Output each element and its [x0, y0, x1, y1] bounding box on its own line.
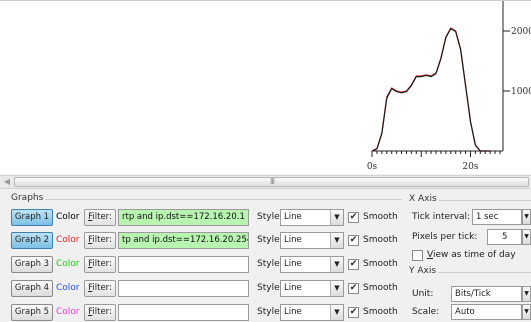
tick-interval-dropdown-icon[interactable]: ▼	[522, 209, 531, 225]
y-axis-group-title: Y Axis	[407, 266, 439, 276]
scale-select[interactable]: Auto	[451, 304, 522, 320]
smooth-checkbox[interactable]: ✔	[348, 283, 359, 294]
style-select-value: Line	[284, 283, 302, 293]
horizontal-scrollbar[interactable]: ◀ III	[0, 175, 531, 189]
graph-toggle-button[interactable]: Graph 2	[11, 232, 53, 249]
graph-plot-area: 2000 1000 0s 20s	[0, 0, 531, 174]
filter-button-label: ilter:	[92, 307, 112, 317]
smooth-label: Smooth	[363, 283, 398, 293]
filter-input[interactable]: rtp and ip.dst==172.16.20.1	[118, 209, 249, 226]
style-label: Style:	[257, 259, 283, 269]
smooth-label: Smooth	[363, 235, 398, 245]
filter-input[interactable]	[118, 304, 249, 321]
smooth-label: Smooth	[363, 212, 398, 222]
x-axis-group-title: X Axis	[407, 194, 439, 204]
style-select[interactable]: Line ▼	[280, 304, 344, 321]
pixels-per-tick-select[interactable]: 5	[487, 229, 522, 245]
scrollbar-thumb[interactable]: III	[14, 177, 529, 187]
filter-button[interactable]: Filter:	[84, 232, 116, 249]
chevron-down-icon[interactable]: ▼	[330, 281, 343, 296]
graphs-group-title: Graphs	[9, 193, 46, 203]
style-select-value: Line	[284, 259, 302, 269]
filter-button-label: ilter:	[92, 283, 112, 293]
chevron-down-icon[interactable]: ▼	[330, 305, 343, 320]
style-select[interactable]: Line ▼	[280, 232, 344, 249]
x-tick-label: 20s	[462, 162, 478, 172]
filter-button-label: ilter:	[92, 212, 112, 222]
smooth-checkbox[interactable]: ✔	[348, 259, 359, 270]
style-select-value: Line	[284, 307, 302, 317]
filter-button[interactable]: Filter:	[84, 304, 116, 321]
style-select[interactable]: Line ▼	[280, 256, 344, 273]
tick-interval-label: Tick interval:	[412, 212, 471, 222]
y-tick-label: 2000	[511, 27, 531, 37]
pixels-per-tick-label: Pixels per tick:	[412, 232, 478, 242]
chevron-down-icon[interactable]: ▼	[330, 233, 343, 248]
filter-button-label: ilter:	[92, 259, 112, 269]
unit-dropdown-icon[interactable]: ▼	[522, 286, 531, 302]
filter-input[interactable]: tp and ip.dst==172.16.20.254	[118, 232, 249, 249]
style-select-value: Line	[284, 212, 302, 222]
y-axis-group-border	[437, 272, 531, 273]
style-label: Style:	[257, 235, 283, 245]
graph-row: Graph 2 Color Filter: tp and ip.dst==172.16…	[0, 232, 405, 250]
y-tick-label: 1000	[511, 87, 531, 97]
tick-interval-select[interactable]: 1 sec	[472, 209, 522, 225]
scroll-left-arrow-icon[interactable]: ◀	[2, 176, 12, 188]
filter-input[interactable]	[118, 256, 249, 273]
style-select[interactable]: Line ▼	[280, 280, 344, 297]
style-select[interactable]: Line ▼	[280, 209, 344, 226]
graph-color-label[interactable]: Color	[56, 212, 80, 222]
graph-toggle-button[interactable]: Graph 5	[11, 304, 53, 321]
smooth-checkbox[interactable]: ✔	[348, 235, 359, 246]
io-graph-chart: 2000 1000 0s 20s	[367, 1, 531, 172]
graph-toggle-button[interactable]: Graph 3	[11, 256, 53, 273]
pixels-per-tick-dropdown-icon[interactable]: ▼	[522, 229, 531, 245]
style-select-value: Line	[284, 235, 302, 245]
view-time-of-day-label: View as time of day	[427, 250, 516, 260]
graph-row: Graph 5 Color Filter: Style: Line ▼ ✔ Smooth	[0, 304, 405, 322]
chevron-down-icon[interactable]: ▼	[330, 210, 343, 225]
filter-input[interactable]	[118, 280, 249, 297]
graph-row: Graph 3 Color Filter: Style: Line ▼ ✔ Smooth	[0, 256, 405, 274]
series-line-2	[371, 28, 491, 152]
style-label: Style:	[257, 307, 283, 317]
graph-row: Graph 1 Color Filter: rtp and ip.dst==172.1…	[0, 209, 405, 227]
graph-color-label[interactable]: Color	[56, 235, 80, 245]
style-label: Style:	[257, 212, 283, 222]
smooth-label: Smooth	[363, 307, 398, 317]
filter-button[interactable]: Filter:	[84, 209, 116, 226]
unit-select[interactable]: Bits/Tick	[451, 286, 522, 302]
graph-color-label[interactable]: Color	[56, 259, 80, 269]
unit-label: Unit:	[412, 289, 434, 299]
scale-label: Scale:	[412, 307, 440, 317]
graph-toggle-button[interactable]: Graph 4	[11, 280, 53, 297]
smooth-label: Smooth	[363, 259, 398, 269]
graph-toggle-button[interactable]: Graph 1	[11, 209, 53, 226]
filter-button[interactable]: Filter:	[84, 280, 116, 297]
view-time-of-day-checkbox[interactable]	[412, 250, 423, 261]
scale-dropdown-icon[interactable]: ▼	[522, 304, 531, 320]
filter-button[interactable]: Filter:	[84, 256, 116, 273]
chevron-down-icon[interactable]: ▼	[330, 257, 343, 272]
style-label: Style:	[257, 283, 283, 293]
graph-row: Graph 4 Color Filter: Style: Line ▼ ✔ Smooth	[0, 280, 405, 298]
x-axis-group-border	[437, 200, 531, 201]
graph-color-label[interactable]: Color	[56, 307, 80, 317]
scrollbar-grip: III	[270, 177, 275, 186]
x-tick-label: 0s	[367, 162, 378, 172]
filter-button-label: ilter:	[92, 235, 112, 245]
smooth-checkbox[interactable]: ✔	[348, 307, 359, 318]
smooth-checkbox[interactable]: ✔	[348, 212, 359, 223]
graph-color-label[interactable]: Color	[56, 283, 80, 293]
graphs-group-border	[30, 199, 402, 200]
